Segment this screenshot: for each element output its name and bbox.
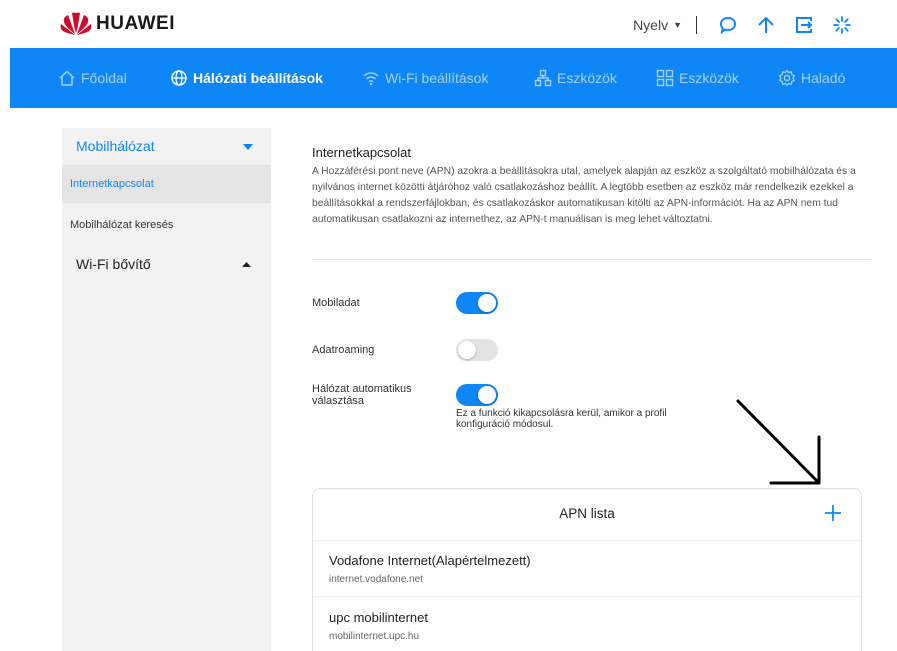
auto-network-label: Hálózat automatikus választása	[312, 383, 412, 407]
logout-icon[interactable]	[793, 14, 815, 36]
main-nav: Főoldal Hálózati beállítások Wi-Fi beáll…	[10, 48, 897, 108]
data-roaming-label: Adatroaming	[312, 344, 375, 356]
nav-item-label: Hálózati beállítások	[193, 70, 323, 86]
apn-address: mobilinternet.upc.hu	[329, 631, 420, 642]
mobile-data-label: Mobiladat	[312, 297, 360, 309]
auto-network-hint: Ez a funkció kikapcsolásra kerül, amikor…	[456, 408, 667, 430]
page-description: A Hozzáférési pont neve (APN) azokra a b…	[312, 166, 856, 225]
nav-item-apps[interactable]: Eszközök	[656, 48, 739, 108]
auto-network-toggle[interactable]	[456, 384, 498, 406]
apn-name: Vodafone Internet(Alapértelmezett)	[329, 553, 531, 568]
toggle-knob	[478, 294, 496, 312]
apn-list-header: APN lista	[313, 489, 861, 541]
gear-icon	[778, 69, 796, 87]
top-right-tools: Nyelv ▼	[633, 14, 861, 36]
section-divider	[312, 259, 871, 260]
loading-icon	[831, 14, 853, 36]
sidebar-item-label: Mobilhálózat keresés	[70, 219, 174, 231]
sidebar-group-label: Mobilhálózat	[76, 138, 155, 154]
nav-item-label: Haladó	[801, 70, 846, 86]
sidebar: Mobilhálózat Internetkapcsolat Mobilháló…	[62, 128, 271, 651]
caret-up-icon	[242, 262, 251, 267]
sidebar-group-mobile-network[interactable]: Mobilhálózat	[62, 134, 271, 158]
sidebar-group-wifi-extender[interactable]: Wi-Fi bővítő	[62, 252, 271, 276]
page-title: Internetkapcsolat	[312, 145, 412, 160]
apn-name: upc mobilinternet	[329, 610, 428, 625]
nav-item-home[interactable]: Főoldal	[58, 48, 127, 108]
top-bar: HUAWEI Nyelv ▼	[0, 0, 897, 48]
nav-item-label: Eszközök	[557, 70, 617, 86]
sidebar-item-network-search[interactable]: Mobilhálózat keresés	[62, 206, 271, 244]
nav-item-label: Eszközök	[679, 70, 739, 86]
language-select[interactable]: Nyelv ▼	[633, 17, 682, 33]
apn-list-item[interactable]: upc mobilinternet mobilinternet.upc.hu	[313, 598, 861, 651]
apn-address: internet.vodafone.net	[329, 574, 423, 585]
nav-item-label: Wi-Fi beállítások	[385, 70, 489, 86]
devices-icon	[534, 69, 552, 87]
toggle-knob	[458, 341, 476, 359]
sidebar-item-internet-connection[interactable]: Internetkapcsolat	[62, 165, 271, 203]
sidebar-group-label: Wi-Fi bővítő	[76, 256, 151, 272]
home-icon	[59, 70, 75, 86]
annotation-arrow-icon	[736, 399, 821, 485]
apn-list-title: APN lista	[559, 506, 615, 521]
language-label: Nyelv	[633, 17, 669, 33]
divider	[696, 16, 697, 34]
huawei-logo[interactable]: HUAWEI	[60, 12, 175, 36]
mobile-data-toggle[interactable]	[456, 292, 498, 314]
wifi-icon	[363, 72, 379, 86]
nav-item-wifi[interactable]: Wi-Fi beállítások	[362, 48, 488, 108]
toggle-knob	[478, 386, 496, 404]
apn-list-item[interactable]: Vodafone Internet(Alapértelmezett) inter…	[313, 541, 861, 597]
nav-item-advanced[interactable]: Haladó	[778, 48, 845, 108]
nav-item-devices[interactable]: Eszközök	[534, 48, 617, 108]
sidebar-item-label: Internetkapcsolat	[70, 178, 154, 190]
nav-item-network[interactable]: Hálózati beállítások	[170, 48, 323, 108]
upload-arrow-icon[interactable]	[755, 14, 777, 36]
apps-icon	[656, 69, 674, 87]
chat-icon[interactable]	[717, 14, 739, 36]
caret-down-icon	[243, 144, 253, 150]
huawei-logo-icon	[60, 12, 92, 35]
nav-item-label: Főoldal	[81, 70, 127, 86]
globe-icon	[171, 70, 187, 86]
apn-list-card: APN lista Vodafone Internet(Alapértelmez…	[312, 488, 862, 651]
data-roaming-toggle[interactable]	[456, 339, 498, 361]
brand-name: HUAWEI	[96, 13, 175, 34]
caret-down-icon: ▼	[673, 20, 682, 30]
plus-icon[interactable]	[821, 501, 845, 525]
